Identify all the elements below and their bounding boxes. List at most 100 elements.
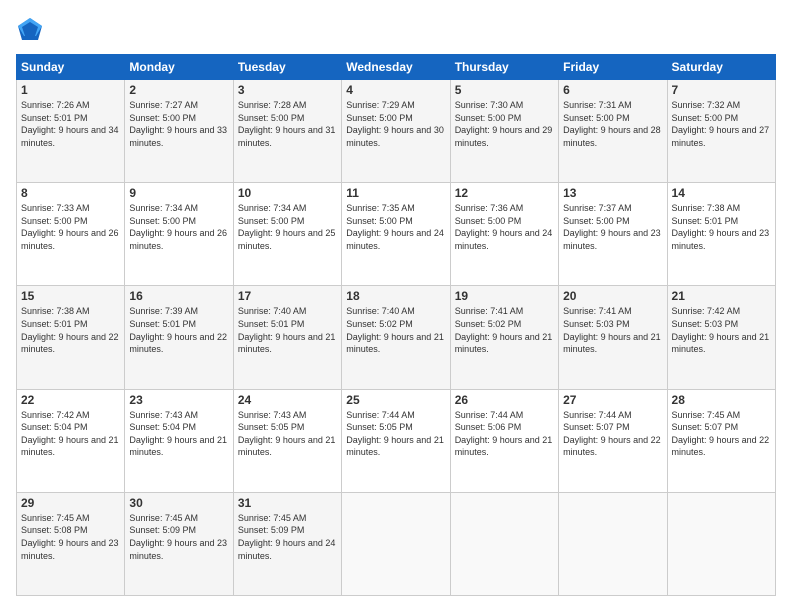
calendar-cell: 9 Sunrise: 7:34 AMSunset: 5:00 PMDayligh…: [125, 183, 233, 286]
calendar-cell: 29 Sunrise: 7:45 AMSunset: 5:08 PMDaylig…: [17, 492, 125, 595]
calendar-cell: 6 Sunrise: 7:31 AMSunset: 5:00 PMDayligh…: [559, 80, 667, 183]
calendar-cell: 12 Sunrise: 7:36 AMSunset: 5:00 PMDaylig…: [450, 183, 558, 286]
day-info: Sunrise: 7:35 AMSunset: 5:00 PMDaylight:…: [346, 203, 444, 251]
day-info: Sunrise: 7:29 AMSunset: 5:00 PMDaylight:…: [346, 100, 444, 148]
weekday-header: Tuesday: [233, 55, 341, 80]
day-info: Sunrise: 7:40 AMSunset: 5:01 PMDaylight:…: [238, 306, 336, 354]
day-number: 2: [129, 83, 228, 97]
calendar-cell: 8 Sunrise: 7:33 AMSunset: 5:00 PMDayligh…: [17, 183, 125, 286]
calendar-cell: 4 Sunrise: 7:29 AMSunset: 5:00 PMDayligh…: [342, 80, 450, 183]
weekday-header: Wednesday: [342, 55, 450, 80]
day-info: Sunrise: 7:34 AMSunset: 5:00 PMDaylight:…: [129, 203, 227, 251]
day-info: Sunrise: 7:45 AMSunset: 5:09 PMDaylight:…: [238, 513, 336, 561]
calendar-cell: [450, 492, 558, 595]
day-info: Sunrise: 7:30 AMSunset: 5:00 PMDaylight:…: [455, 100, 553, 148]
day-number: 24: [238, 393, 337, 407]
day-info: Sunrise: 7:45 AMSunset: 5:08 PMDaylight:…: [21, 513, 119, 561]
logo-icon: [16, 16, 44, 44]
day-number: 19: [455, 289, 554, 303]
weekday-header: Friday: [559, 55, 667, 80]
calendar-cell: 26 Sunrise: 7:44 AMSunset: 5:06 PMDaylig…: [450, 389, 558, 492]
day-info: Sunrise: 7:42 AMSunset: 5:04 PMDaylight:…: [21, 410, 119, 458]
calendar-cell: 25 Sunrise: 7:44 AMSunset: 5:05 PMDaylig…: [342, 389, 450, 492]
day-number: 8: [21, 186, 120, 200]
day-number: 31: [238, 496, 337, 510]
calendar-cell: 24 Sunrise: 7:43 AMSunset: 5:05 PMDaylig…: [233, 389, 341, 492]
day-number: 21: [672, 289, 771, 303]
day-number: 13: [563, 186, 662, 200]
header: [16, 16, 776, 44]
day-info: Sunrise: 7:45 AMSunset: 5:09 PMDaylight:…: [129, 513, 227, 561]
day-info: Sunrise: 7:33 AMSunset: 5:00 PMDaylight:…: [21, 203, 119, 251]
day-number: 10: [238, 186, 337, 200]
calendar-cell: 2 Sunrise: 7:27 AMSunset: 5:00 PMDayligh…: [125, 80, 233, 183]
calendar-cell: [342, 492, 450, 595]
day-info: Sunrise: 7:38 AMSunset: 5:01 PMDaylight:…: [672, 203, 770, 251]
calendar-cell: 13 Sunrise: 7:37 AMSunset: 5:00 PMDaylig…: [559, 183, 667, 286]
day-number: 15: [21, 289, 120, 303]
day-number: 22: [21, 393, 120, 407]
day-number: 14: [672, 186, 771, 200]
weekday-header: Thursday: [450, 55, 558, 80]
day-number: 4: [346, 83, 445, 97]
day-number: 25: [346, 393, 445, 407]
day-info: Sunrise: 7:38 AMSunset: 5:01 PMDaylight:…: [21, 306, 119, 354]
day-info: Sunrise: 7:32 AMSunset: 5:00 PMDaylight:…: [672, 100, 770, 148]
calendar-cell: 27 Sunrise: 7:44 AMSunset: 5:07 PMDaylig…: [559, 389, 667, 492]
day-info: Sunrise: 7:36 AMSunset: 5:00 PMDaylight:…: [455, 203, 553, 251]
calendar-cell: 7 Sunrise: 7:32 AMSunset: 5:00 PMDayligh…: [667, 80, 775, 183]
day-number: 9: [129, 186, 228, 200]
calendar-cell: 23 Sunrise: 7:43 AMSunset: 5:04 PMDaylig…: [125, 389, 233, 492]
calendar-cell: 5 Sunrise: 7:30 AMSunset: 5:00 PMDayligh…: [450, 80, 558, 183]
day-number: 23: [129, 393, 228, 407]
calendar-cell: 10 Sunrise: 7:34 AMSunset: 5:00 PMDaylig…: [233, 183, 341, 286]
calendar-cell: 30 Sunrise: 7:45 AMSunset: 5:09 PMDaylig…: [125, 492, 233, 595]
day-info: Sunrise: 7:41 AMSunset: 5:02 PMDaylight:…: [455, 306, 553, 354]
day-info: Sunrise: 7:28 AMSunset: 5:00 PMDaylight:…: [238, 100, 336, 148]
day-number: 12: [455, 186, 554, 200]
calendar-cell: 19 Sunrise: 7:41 AMSunset: 5:02 PMDaylig…: [450, 286, 558, 389]
calendar-cell: 28 Sunrise: 7:45 AMSunset: 5:07 PMDaylig…: [667, 389, 775, 492]
day-info: Sunrise: 7:34 AMSunset: 5:00 PMDaylight:…: [238, 203, 336, 251]
weekday-header: Saturday: [667, 55, 775, 80]
day-info: Sunrise: 7:39 AMSunset: 5:01 PMDaylight:…: [129, 306, 227, 354]
day-info: Sunrise: 7:41 AMSunset: 5:03 PMDaylight:…: [563, 306, 661, 354]
day-number: 6: [563, 83, 662, 97]
calendar-cell: 20 Sunrise: 7:41 AMSunset: 5:03 PMDaylig…: [559, 286, 667, 389]
day-number: 3: [238, 83, 337, 97]
day-number: 1: [21, 83, 120, 97]
calendar-cell: 16 Sunrise: 7:39 AMSunset: 5:01 PMDaylig…: [125, 286, 233, 389]
day-number: 18: [346, 289, 445, 303]
day-number: 28: [672, 393, 771, 407]
day-number: 29: [21, 496, 120, 510]
day-info: Sunrise: 7:45 AMSunset: 5:07 PMDaylight:…: [672, 410, 770, 458]
day-info: Sunrise: 7:31 AMSunset: 5:00 PMDaylight:…: [563, 100, 661, 148]
day-number: 26: [455, 393, 554, 407]
day-number: 16: [129, 289, 228, 303]
calendar-cell: 22 Sunrise: 7:42 AMSunset: 5:04 PMDaylig…: [17, 389, 125, 492]
day-info: Sunrise: 7:43 AMSunset: 5:04 PMDaylight:…: [129, 410, 227, 458]
day-number: 7: [672, 83, 771, 97]
day-number: 20: [563, 289, 662, 303]
day-info: Sunrise: 7:40 AMSunset: 5:02 PMDaylight:…: [346, 306, 444, 354]
day-info: Sunrise: 7:27 AMSunset: 5:00 PMDaylight:…: [129, 100, 227, 148]
day-info: Sunrise: 7:44 AMSunset: 5:07 PMDaylight:…: [563, 410, 661, 458]
calendar-cell: 31 Sunrise: 7:45 AMSunset: 5:09 PMDaylig…: [233, 492, 341, 595]
day-number: 17: [238, 289, 337, 303]
day-number: 5: [455, 83, 554, 97]
calendar-table: SundayMondayTuesdayWednesdayThursdayFrid…: [16, 54, 776, 596]
calendar-cell: 11 Sunrise: 7:35 AMSunset: 5:00 PMDaylig…: [342, 183, 450, 286]
weekday-header: Sunday: [17, 55, 125, 80]
page: SundayMondayTuesdayWednesdayThursdayFrid…: [0, 0, 792, 612]
calendar-cell: 21 Sunrise: 7:42 AMSunset: 5:03 PMDaylig…: [667, 286, 775, 389]
calendar-cell: [667, 492, 775, 595]
calendar-cell: 15 Sunrise: 7:38 AMSunset: 5:01 PMDaylig…: [17, 286, 125, 389]
calendar-cell: [559, 492, 667, 595]
calendar-cell: 14 Sunrise: 7:38 AMSunset: 5:01 PMDaylig…: [667, 183, 775, 286]
day-number: 30: [129, 496, 228, 510]
calendar-cell: 3 Sunrise: 7:28 AMSunset: 5:00 PMDayligh…: [233, 80, 341, 183]
day-number: 11: [346, 186, 445, 200]
logo: [16, 16, 48, 44]
day-number: 27: [563, 393, 662, 407]
weekday-header: Monday: [125, 55, 233, 80]
